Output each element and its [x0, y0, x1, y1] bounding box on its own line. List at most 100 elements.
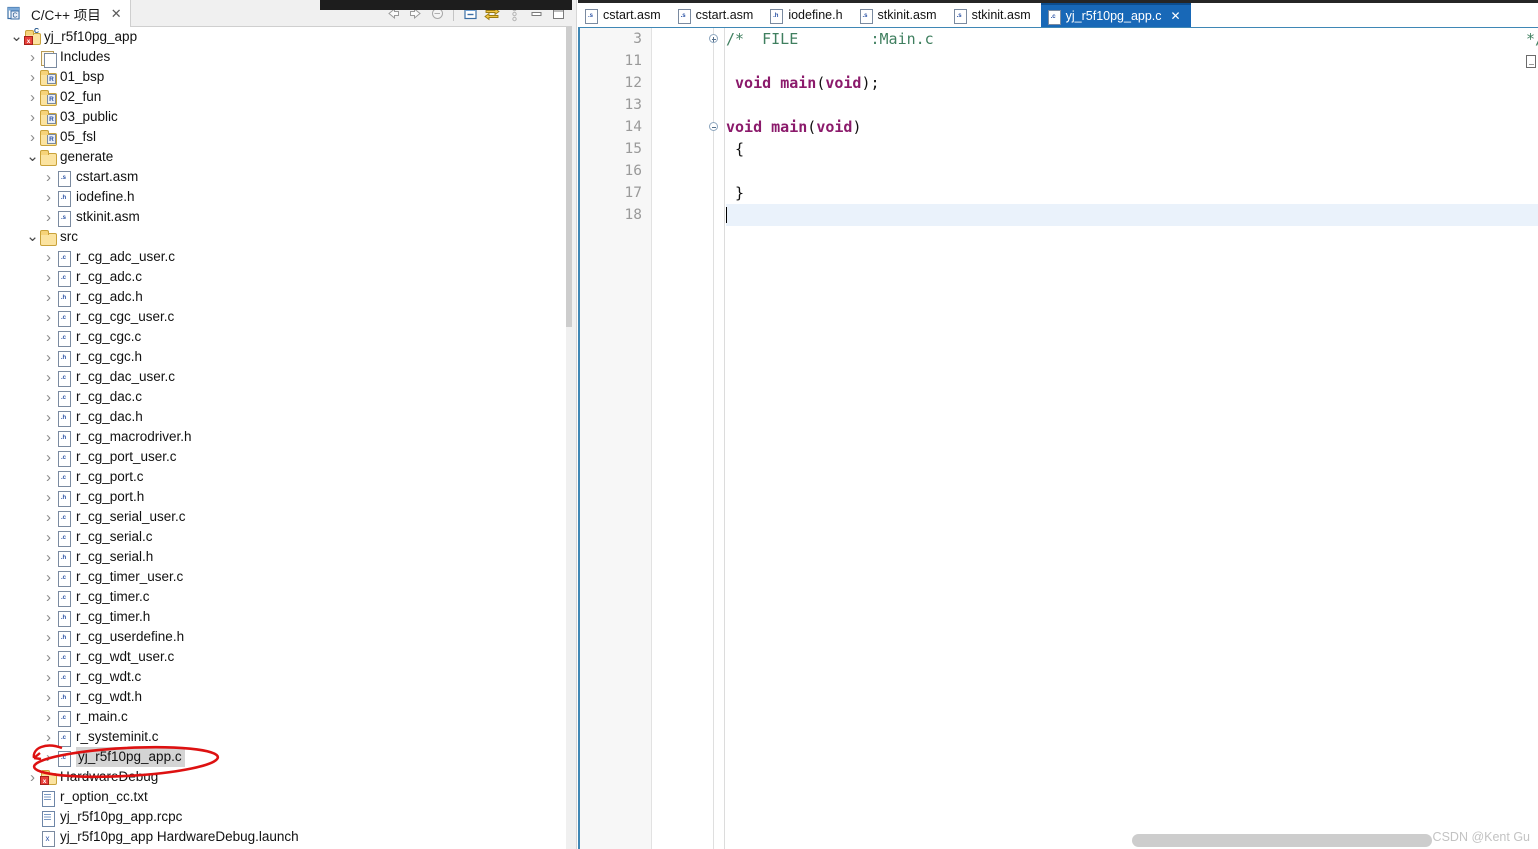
- chevron-right-icon[interactable]: [42, 727, 55, 747]
- code-line[interactable]: void main(void);: [726, 72, 1538, 94]
- code-line[interactable]: [726, 94, 1538, 116]
- editor-tab[interactable]: cstart.asm: [578, 3, 671, 27]
- code-line[interactable]: }: [726, 182, 1538, 204]
- tree-item[interactable]: r_cg_adc.c: [0, 267, 566, 287]
- tree-item[interactable]: r_cg_adc_user.c: [0, 247, 566, 267]
- chevron-right-icon[interactable]: [42, 307, 55, 327]
- chevron-right-icon[interactable]: [42, 387, 55, 407]
- tree-item[interactable]: r_cg_port.h: [0, 487, 566, 507]
- tree-item[interactable]: R 01_bsp: [0, 67, 566, 87]
- tree-item[interactable]: r_cg_port.c: [0, 467, 566, 487]
- chevron-down-icon[interactable]: [26, 227, 39, 247]
- tree-item[interactable]: src: [0, 227, 566, 247]
- project-tree[interactable]: xCyj_r5f10pg_apphIncludesR01_bspR02_funR…: [0, 27, 566, 849]
- tree-item[interactable]: generate: [0, 147, 566, 167]
- chevron-right-icon[interactable]: [42, 267, 55, 287]
- editor-horizontal-scrollbar[interactable]: [1132, 834, 1432, 847]
- tree-item[interactable]: r_cg_dac.h: [0, 407, 566, 427]
- editor-tab[interactable]: yj_r5f10pg_app.c ✕: [1040, 3, 1191, 27]
- folding-column[interactable]: [653, 28, 725, 849]
- code-line[interactable]: [726, 160, 1538, 182]
- chevron-right-icon[interactable]: [42, 527, 55, 547]
- chevron-right-icon[interactable]: [26, 67, 39, 87]
- chevron-right-icon[interactable]: [42, 627, 55, 647]
- chevron-right-icon[interactable]: [42, 207, 55, 227]
- chevron-right-icon[interactable]: [42, 547, 55, 567]
- tree-item[interactable]: cstart.asm: [0, 167, 566, 187]
- code-line-current[interactable]: [726, 204, 1538, 226]
- chevron-right-icon[interactable]: [42, 247, 55, 267]
- chevron-down-icon[interactable]: [10, 27, 23, 47]
- tree-item[interactable]: yj_r5f10pg_app.rcpc: [0, 807, 566, 827]
- tree-item[interactable]: r_cg_timer.h: [0, 607, 566, 627]
- tree-item[interactable]: x HardwareDebug: [0, 767, 566, 787]
- tree-item[interactable]: r_cg_cgc.h: [0, 347, 566, 367]
- chevron-right-icon[interactable]: [42, 367, 55, 387]
- tree-item[interactable]: xCyj_r5f10pg_app: [0, 27, 566, 47]
- tree-item[interactable]: r_cg_userdefine.h: [0, 627, 566, 647]
- editor-body[interactable]: 3 11 12 13 14 15 16 17 18 /* FILE :Main.c void m…: [578, 27, 1538, 849]
- chevron-right-icon[interactable]: [42, 667, 55, 687]
- chevron-right-icon[interactable]: [42, 687, 55, 707]
- chevron-right-icon[interactable]: [42, 647, 55, 667]
- chevron-right-icon[interactable]: [42, 327, 55, 347]
- chevron-right-icon[interactable]: [42, 507, 55, 527]
- chevron-right-icon[interactable]: [26, 87, 39, 107]
- tree-item[interactable]: R 02_fun: [0, 87, 566, 107]
- tree-item[interactable]: r_cg_serial.c: [0, 527, 566, 547]
- tree-item[interactable]: r_cg_timer.c: [0, 587, 566, 607]
- chevron-right-icon[interactable]: [42, 567, 55, 587]
- chevron-right-icon[interactable]: [42, 747, 55, 767]
- chevron-right-icon[interactable]: [42, 187, 55, 207]
- tree-item[interactable]: r_cg_cgc_user.c: [0, 307, 566, 327]
- tree-item[interactable]: r_main.c: [0, 707, 566, 727]
- editor-tab[interactable]: iodefine.h: [763, 3, 853, 27]
- chevron-right-icon[interactable]: [26, 767, 39, 787]
- editor-tab[interactable]: stkinit.asm: [946, 3, 1041, 27]
- code-line[interactable]: [726, 50, 1538, 72]
- tree-item[interactable]: h Includes: [0, 47, 566, 68]
- tree-item[interactable]: r_systeminit.c: [0, 727, 566, 747]
- tree-item[interactable]: r_cg_wdt.h: [0, 687, 566, 707]
- chevron-right-icon[interactable]: [42, 707, 55, 727]
- tree-item[interactable]: r_cg_wdt.c: [0, 667, 566, 687]
- panel-divider[interactable]: [572, 0, 577, 849]
- chevron-right-icon[interactable]: [42, 347, 55, 367]
- editor-tab[interactable]: stkinit.asm: [852, 3, 947, 27]
- chevron-down-icon[interactable]: [26, 147, 39, 167]
- tree-item[interactable]: r_cg_serial.h: [0, 547, 566, 567]
- chevron-right-icon[interactable]: [42, 447, 55, 467]
- tree-item[interactable]: r_cg_dac_user.c: [0, 367, 566, 387]
- fold-expand-icon[interactable]: [709, 34, 718, 43]
- fold-collapse-icon[interactable]: [709, 122, 718, 131]
- tree-item[interactable]: r_cg_serial_user.c: [0, 507, 566, 527]
- tree-item[interactable]: r_option_cc.txt: [0, 787, 566, 807]
- tree-item[interactable]: r_cg_wdt_user.c: [0, 647, 566, 667]
- chevron-right-icon[interactable]: [26, 47, 39, 67]
- chevron-right-icon[interactable]: [42, 487, 55, 507]
- tree-item[interactable]: stkinit.asm: [0, 207, 566, 227]
- tree-item[interactable]: yj_r5f10pg_app.c: [0, 747, 566, 767]
- chevron-right-icon[interactable]: [42, 427, 55, 447]
- code-text-area[interactable]: /* FILE :Main.c void main(void); void mai…: [726, 28, 1538, 849]
- tree-item[interactable]: iodefine.h: [0, 187, 566, 207]
- tree-item[interactable]: r_cg_timer_user.c: [0, 567, 566, 587]
- tree-item[interactable]: r_cg_macrodriver.h: [0, 427, 566, 447]
- chevron-right-icon[interactable]: [26, 127, 39, 147]
- close-icon[interactable]: ✕: [111, 6, 122, 22]
- chevron-right-icon[interactable]: [42, 467, 55, 487]
- chevron-right-icon[interactable]: [42, 167, 55, 187]
- code-line[interactable]: void main(void): [726, 116, 1538, 138]
- tree-item[interactable]: R 03_public: [0, 107, 566, 127]
- tree-item[interactable]: r_cg_port_user.c: [0, 447, 566, 467]
- chevron-right-icon[interactable]: [26, 107, 39, 127]
- close-icon[interactable]: ✕: [1171, 9, 1181, 23]
- tab-cproject[interactable]: C C/C++ 项目 ✕: [0, 0, 131, 27]
- chevron-right-icon[interactable]: [42, 607, 55, 627]
- chevron-right-icon[interactable]: [42, 587, 55, 607]
- code-line[interactable]: {: [726, 138, 1538, 160]
- chevron-right-icon[interactable]: [42, 407, 55, 427]
- editor-tab[interactable]: cstart.asm: [670, 3, 764, 27]
- tree-item[interactable]: r_cg_dac.c: [0, 387, 566, 407]
- chevron-right-icon[interactable]: [42, 287, 55, 307]
